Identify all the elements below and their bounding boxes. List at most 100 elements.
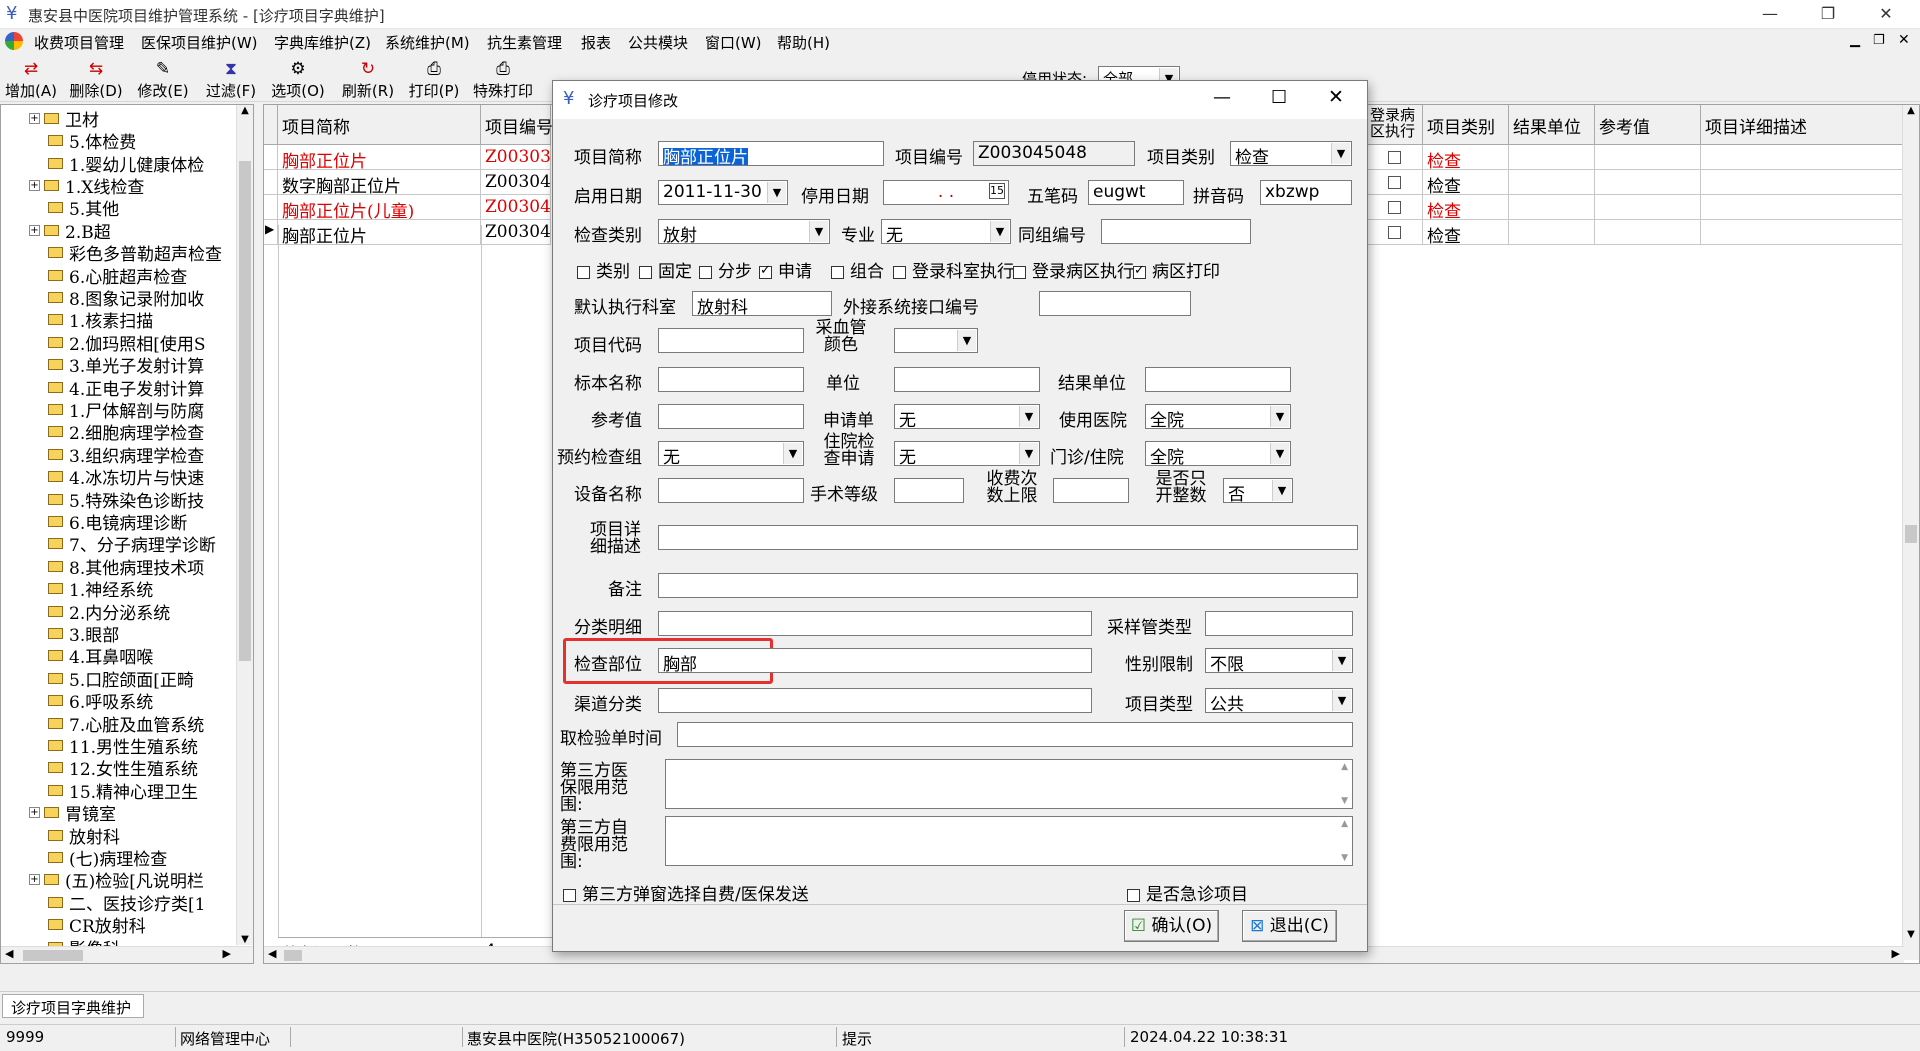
tree-scroll-thumb[interactable]: [239, 161, 251, 661]
tree-item[interactable]: 3.眼部: [48, 622, 119, 646]
refresh-button[interactable]: ↻ 刷新(R): [340, 58, 396, 100]
appointment-group-select[interactable]: 无 ▼: [658, 441, 804, 468]
checkbox-option[interactable]: 分步: [699, 257, 752, 282]
col-header-code[interactable]: 项目编号: [481, 105, 553, 145]
fetch-time-input[interactable]: [677, 722, 1353, 747]
tree-item[interactable]: 1.神经系统: [48, 577, 153, 601]
start-date-picker[interactable]: 2011-11-30 ▼: [658, 180, 788, 205]
remark-input[interactable]: [658, 573, 1358, 598]
third-party-popup-checkbox[interactable]: 第三方弹窗选择自费/医保发送: [563, 880, 809, 905]
major-select[interactable]: 无 ▼: [881, 219, 1011, 246]
request-form-select[interactable]: 无 ▼: [894, 404, 1040, 431]
item-code-input[interactable]: Z003045048: [973, 141, 1135, 166]
tree-item[interactable]: 1.婴幼儿健康体检: [48, 152, 204, 176]
class-detail-input[interactable]: [658, 611, 1092, 636]
unit-input[interactable]: [894, 367, 1040, 392]
mdi-restore-icon[interactable]: ❐: [1873, 33, 1885, 48]
tree-item[interactable]: 3.单光子发射计算: [48, 353, 204, 377]
minimize-button[interactable]: —: [1746, 0, 1794, 29]
edit-button[interactable]: ✎ 修改(E): [135, 58, 191, 100]
reference-input[interactable]: [658, 404, 804, 429]
restore-button[interactable]: ❐: [1804, 0, 1852, 29]
tree-item[interactable]: 4.冰冻切片与快速: [48, 465, 204, 489]
menu-help[interactable]: 帮助(H): [777, 32, 830, 53]
tree-item[interactable]: 1.尸体解剖与防腐: [48, 398, 204, 422]
result-unit-input[interactable]: [1145, 367, 1291, 392]
tree-item[interactable]: +2.B超: [29, 219, 111, 243]
tree-item[interactable]: 3.组织病理学检查: [48, 443, 204, 467]
gender-limit-select[interactable]: 不限 ▼: [1205, 648, 1353, 675]
tree-item[interactable]: 5.特殊染色诊断技: [48, 488, 204, 512]
tree-item[interactable]: 2.内分泌系统: [48, 600, 170, 624]
menu-public[interactable]: 公共模块: [628, 32, 688, 53]
tree-item[interactable]: 6.心脏超声检查: [48, 264, 187, 288]
exec-dept-input[interactable]: 放射科: [692, 291, 832, 316]
tree-item[interactable]: 5.体检费: [48, 129, 136, 153]
tree-hscroll-thumb[interactable]: [23, 950, 83, 961]
menu-reports[interactable]: 报表: [581, 32, 611, 53]
tree-item[interactable]: 7.心脏及血管系统: [48, 712, 204, 736]
tree-item[interactable]: 8.其他病理技术项: [48, 555, 204, 579]
filter-button[interactable]: ⧗ 过滤(F): [203, 58, 259, 100]
scroll-left-icon[interactable]: ◀: [268, 947, 276, 960]
tree-vertical-scrollbar[interactable]: ▲ ▼: [236, 105, 253, 945]
tree-item[interactable]: 11.男性生殖系统: [48, 734, 198, 758]
detail-input[interactable]: [658, 525, 1358, 550]
close-button[interactable]: ✕: [1862, 0, 1910, 29]
tree-item[interactable]: +1.X线检查: [29, 174, 144, 198]
tab-item-dictionary[interactable]: 诊疗项目字典维护: [2, 994, 144, 1018]
dialog-close-icon[interactable]: ✕: [1328, 86, 1344, 108]
col-header-ward-exec[interactable]: 登录病区执行: [1367, 105, 1423, 145]
tree-item[interactable]: 4.耳鼻咽喉: [48, 645, 153, 668]
group-number-input[interactable]: [1101, 219, 1251, 244]
item-category-select[interactable]: 检查 ▼: [1230, 141, 1352, 168]
col-header-category[interactable]: 项目类别: [1423, 105, 1509, 145]
mdi-close-icon[interactable]: ✕: [1898, 32, 1910, 48]
checkbox-option[interactable]: 病区打印: [1133, 257, 1220, 282]
item-type-select[interactable]: 公共 ▼: [1205, 688, 1353, 715]
col-header-detail[interactable]: 项目详细描述: [1701, 105, 1904, 145]
scroll-left-icon[interactable]: ◀: [5, 947, 13, 960]
exit-button[interactable]: ⊠ 退出(C): [1242, 910, 1337, 942]
special-print-button[interactable]: ⎙ 特殊打印: [472, 58, 534, 100]
tree-item[interactable]: + (五)检验[凡说明栏: [29, 869, 204, 892]
checkbox-option[interactable]: 类别: [577, 257, 630, 282]
stop-date-input[interactable]: . . 15: [883, 180, 1009, 205]
expand-icon[interactable]: +: [29, 874, 40, 886]
checkbox-option[interactable]: 申请: [759, 257, 812, 282]
item-code-name-input[interactable]: [658, 328, 804, 353]
scroll-up-icon[interactable]: ▲: [1341, 819, 1348, 829]
surgery-level-input[interactable]: [894, 478, 964, 503]
col-header-name[interactable]: 项目简称: [278, 105, 481, 145]
tree-item[interactable]: 2.细胞病理学检查: [48, 421, 204, 444]
dialog-maximize-icon[interactable]: ☐: [1271, 87, 1287, 108]
scroll-right-icon[interactable]: ▶: [223, 947, 231, 960]
tree-item[interactable]: 4.正电子发射计算: [48, 376, 204, 400]
expand-icon[interactable]: +: [29, 112, 40, 124]
menu-window[interactable]: 窗口(W): [705, 32, 762, 53]
tree-item[interactable]: 5.其他: [48, 197, 119, 220]
checkbox-option[interactable]: 登录病区执行: [1013, 257, 1134, 282]
expand-icon[interactable]: +: [29, 224, 40, 236]
integer-only-select[interactable]: 否 ▼: [1223, 478, 1293, 505]
col-header-result-unit[interactable]: 结果单位: [1509, 105, 1595, 145]
expand-icon[interactable]: +: [29, 179, 40, 191]
checkbox-option[interactable]: 固定: [639, 257, 692, 282]
wubi-input[interactable]: eugwt: [1088, 180, 1184, 205]
options-button[interactable]: ⚙ 选项(O): [270, 58, 326, 100]
cell-ward-exec-checkbox[interactable]: [1367, 220, 1423, 245]
tree-item[interactable]: 15.精神心理卫生: [48, 779, 198, 803]
scroll-down-icon[interactable]: ▼: [1341, 796, 1348, 806]
item-name-input[interactable]: 胸部正位片: [658, 141, 884, 166]
tree-horizontal-scrollbar[interactable]: ◀ ▶: [1, 946, 253, 963]
expand-icon[interactable]: +: [29, 807, 40, 819]
tree-item[interactable]: 5.口腔颌面[正畸: [48, 667, 194, 691]
op-ip-select[interactable]: 全院 ▼: [1145, 441, 1291, 468]
tree-item[interactable]: 6.呼吸系统: [48, 689, 153, 713]
grid-hscroll-thumb[interactable]: [284, 950, 302, 961]
tree-item[interactable]: 放射科: [48, 824, 120, 848]
checkbox-option[interactable]: 组合: [831, 257, 884, 282]
scroll-down-icon[interactable]: ▼: [1903, 929, 1919, 940]
specimen-input[interactable]: [658, 367, 804, 392]
tree-item[interactable]: 8.图象记录附加收: [48, 286, 204, 310]
